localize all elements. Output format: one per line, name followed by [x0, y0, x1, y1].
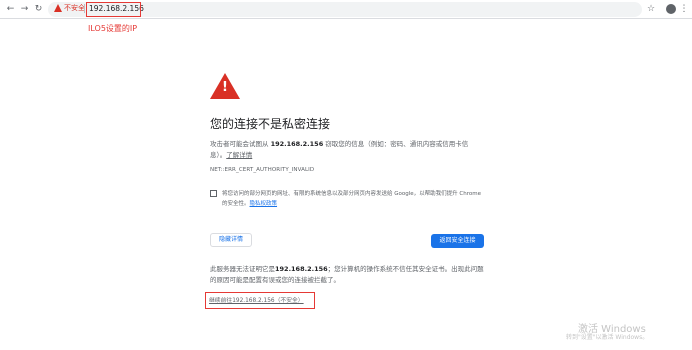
url-highlight-box: [86, 2, 141, 17]
report-checkbox[interactable]: [210, 190, 217, 197]
privacy-policy-link[interactable]: 隐私权政策: [250, 201, 278, 207]
not-secure-icon[interactable]: [54, 4, 62, 12]
star-icon[interactable]: ☆: [645, 3, 657, 15]
activate-windows-hint: 转到"设置"以激活 Windows。: [566, 334, 649, 341]
security-label[interactable]: 不安全: [64, 3, 85, 14]
forward-icon[interactable]: →: [18, 3, 31, 16]
proceed-highlight-box: [205, 292, 315, 309]
browser-toolbar: ← → ↻ 不安全 192.168.2.156 ☆ ⋮: [0, 0, 692, 19]
detail-host: 192.168.2.156: [275, 265, 328, 273]
details-paragraph: 此服务器无法证明它是192.168.2.156；您计算机的操作系统不信任其安全证…: [210, 265, 484, 284]
back-to-safety-button[interactable]: 返回安全连接: [431, 234, 484, 248]
host-name: 192.168.2.156: [270, 140, 324, 148]
page-title: 您的连接不是私密连接: [210, 117, 331, 131]
ip-annotation: ILO5设置的IP: [88, 24, 138, 33]
learn-more-link[interactable]: 了解详情: [226, 151, 252, 159]
checkbox-label: 将您访问的部分网页的网址、有限的系统信息以及部分网页内容发送给 Google，以…: [222, 191, 481, 207]
kebab-menu-icon[interactable]: ⋮: [678, 3, 690, 15]
avatar-icon[interactable]: [666, 4, 676, 14]
warning-paragraph: 攻击者可能会试图从 192.168.2.156 窃取您的信息（例如：密码、通讯内…: [210, 140, 469, 159]
back-icon[interactable]: ←: [4, 3, 17, 16]
divider: [84, 4, 85, 13]
reload-icon[interactable]: ↻: [32, 3, 45, 16]
error-code: NET::ERR_CERT_AUTHORITY_INVALID: [210, 167, 315, 173]
hide-details-button[interactable]: 隐藏详情: [210, 233, 252, 247]
exclamation-icon: !: [222, 80, 228, 95]
